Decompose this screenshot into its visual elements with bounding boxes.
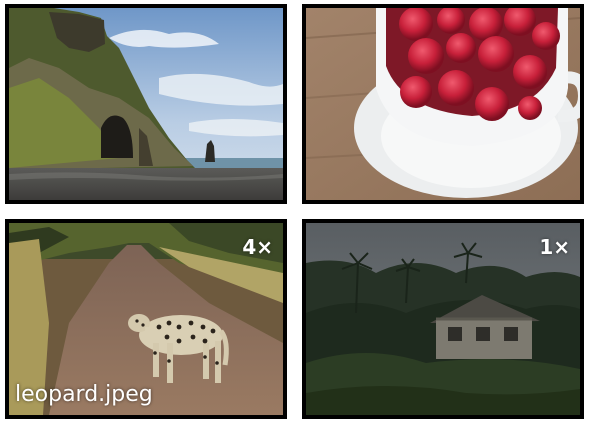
gallery-tile-jungle-house[interactable]: 1× bbox=[302, 219, 584, 419]
gallery-tile-raspberries[interactable] bbox=[302, 4, 584, 204]
zoom-badge: 1× bbox=[539, 235, 570, 259]
raspberries-cup-photo bbox=[306, 8, 580, 200]
image-gallery: 4× leopard.jpeg 1× bbox=[0, 0, 589, 427]
gallery-tile-sea-cliff[interactable] bbox=[5, 4, 287, 204]
zoom-badge: 4× bbox=[242, 235, 273, 259]
gallery-tile-leopard[interactable]: 4× leopard.jpeg bbox=[5, 219, 287, 419]
file-name-caption: leopard.jpeg bbox=[15, 382, 153, 407]
sea-cliff-beach-photo bbox=[9, 8, 283, 200]
